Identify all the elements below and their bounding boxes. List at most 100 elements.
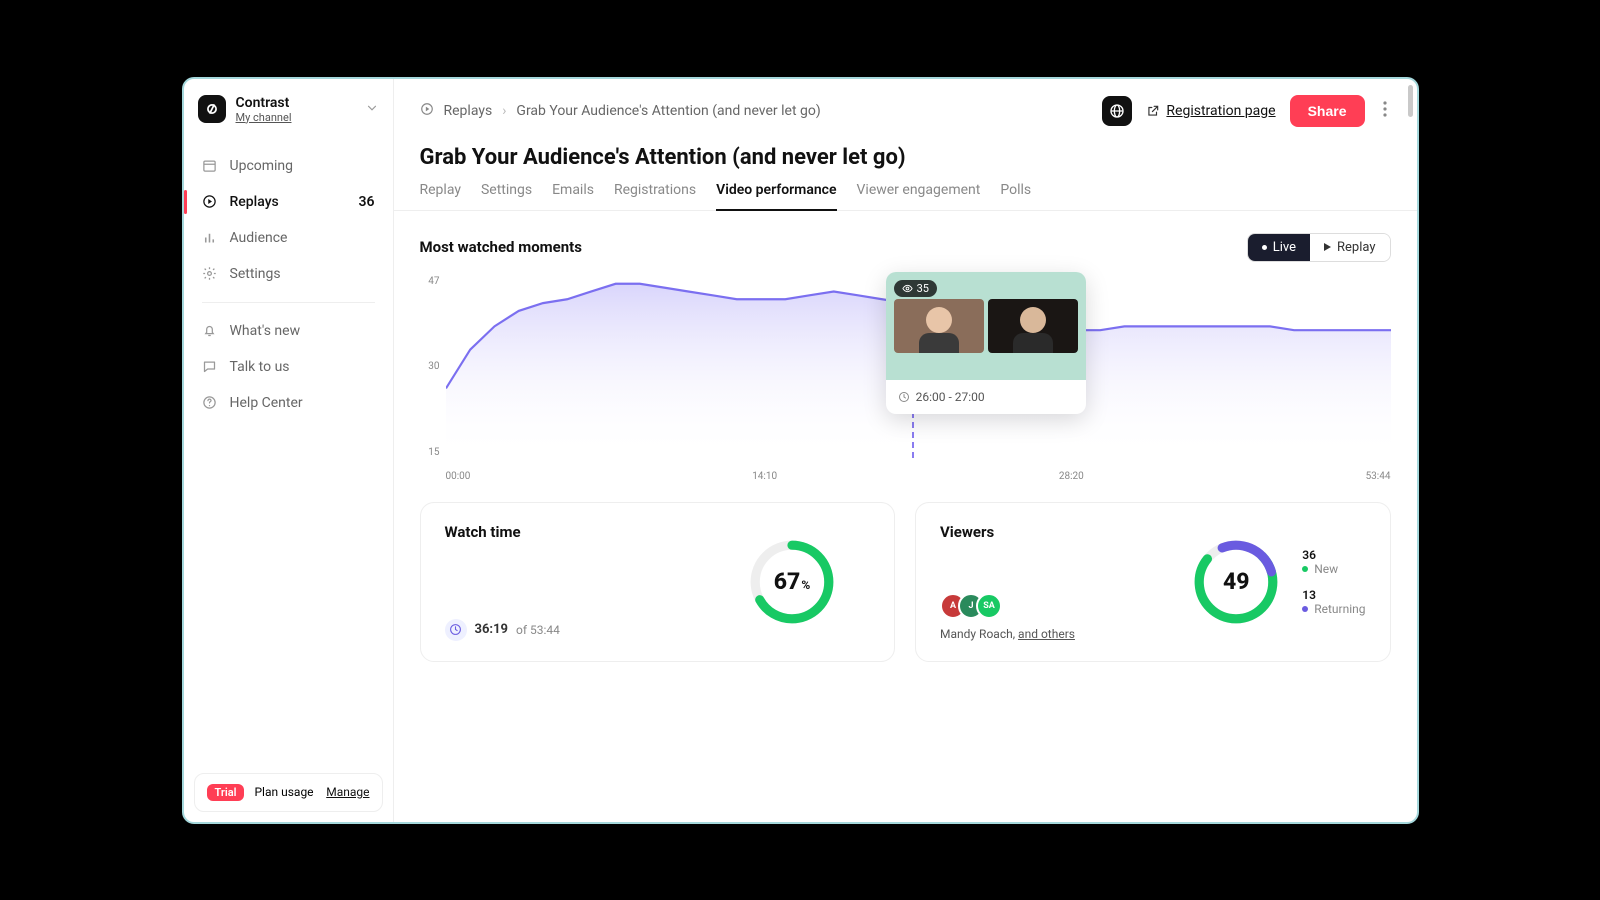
legend-new-count: 36 [1302,548,1365,562]
tab-registrations[interactable]: Registrations [614,182,696,210]
x-tick: 14:10 [752,471,777,482]
primary-nav: Upcoming Replays 36 Audience Settings [184,138,393,421]
watch-time-percent: 67 [774,568,801,595]
sidebar-item-label: Audience [230,230,288,246]
chart-y-axis: 47 30 15 [420,276,440,458]
tab-polls[interactable]: Polls [1000,182,1031,210]
sidebar-item-label: Talk to us [230,359,290,375]
tab-video-performance[interactable]: Video performance [716,182,836,210]
registration-page-link[interactable]: Registration page [1146,103,1275,119]
brand-title: Contrast [236,95,355,111]
viewers-total: 49 [1223,568,1250,595]
chart-x-axis: 00:00 14:10 28:20 53:44 [446,471,1391,482]
breadcrumb-current: Grab Your Audience's Attention (and neve… [516,103,820,119]
moment-time: 26:00 - 27:00 [886,380,1086,414]
viewers-donut: 49 [1190,536,1282,628]
tab-replay[interactable]: Replay [420,182,461,210]
page-title: Grab Your Audience's Attention (and neve… [394,135,1417,170]
language-button[interactable] [1102,96,1132,126]
play-circle-icon [420,102,434,120]
sidebar-item-label: Replays [230,194,279,210]
speaker-thumbnail-1 [894,299,984,353]
sidebar-item-upcoming[interactable]: Upcoming [184,148,393,184]
topbar: Replays › Grab Your Audience's Attention… [394,79,1417,135]
sidebar-item-label: Help Center [230,395,303,411]
section-header: Most watched moments Live Replay [420,233,1391,262]
toggle-replay[interactable]: Replay [1310,234,1390,261]
registration-link-label: Registration page [1166,103,1275,119]
moment-thumbnail: 35 [886,272,1086,380]
toggle-live-label: Live [1273,240,1296,255]
bell-icon [202,323,218,339]
chevron-down-icon [365,100,379,119]
sidebar-footer: Trial Plan usage Manage [184,763,393,822]
sidebar-item-label: What's new [230,323,301,339]
toggle-replay-label: Replay [1337,240,1376,255]
viewer-name-lead: Mandy Roach, [940,627,1018,641]
legend-ret-count: 13 [1302,588,1365,602]
moments-chart[interactable]: 47 30 15 [420,272,1391,482]
nav-divider [202,302,375,303]
tab-emails[interactable]: Emails [552,182,594,210]
tab-viewer-engagement[interactable]: Viewer engagement [857,182,981,210]
manage-link[interactable]: Manage [326,785,369,799]
app-window: Contrast My channel Upcoming Replays 36 [182,77,1419,824]
moment-viewer-count: 35 [917,282,929,295]
clock-icon [898,391,910,403]
tab-settings[interactable]: Settings [481,182,532,210]
share-button[interactable]: Share [1290,95,1365,127]
eye-icon [902,283,913,294]
workspace-switcher[interactable]: Contrast My channel [184,79,393,138]
y-tick: 15 [420,447,440,458]
y-tick: 30 [420,361,440,372]
moment-popover: 35 26:00 - 27:00 [886,272,1086,414]
gear-icon [202,266,218,282]
toggle-live[interactable]: Live [1248,234,1310,261]
moment-viewers-pill: 35 [894,280,937,297]
sidebar-item-replays[interactable]: Replays 36 [184,184,393,220]
viewers-legend: 36 New 13 Returning [1302,548,1365,616]
viewer-others-link[interactable]: and others [1018,627,1075,641]
calendar-icon [202,158,218,174]
stat-cards: Watch time 36:19 of 53:44 [420,502,1391,662]
viewers-title: Viewers [940,523,1190,541]
brand-logo-icon [198,95,226,123]
x-tick: 00:00 [446,471,471,482]
sidebar-item-help[interactable]: Help Center [184,385,393,421]
bar-chart-icon [202,230,218,246]
sidebar: Contrast My channel Upcoming Replays 36 [184,79,394,822]
viewer-names: Mandy Roach, and others [940,627,1190,641]
trial-badge: Trial [207,784,245,801]
viewer-avatars: A J SA [940,593,1190,619]
replays-count: 36 [359,194,375,210]
legend-dot-icon [1302,606,1308,612]
globe-icon [1109,103,1125,119]
x-tick: 28:20 [1059,471,1084,482]
help-icon [202,395,218,411]
speaker-thumbnail-2 [988,299,1078,353]
play-icon [1324,243,1331,251]
brand-subtitle[interactable]: My channel [236,111,355,124]
sidebar-item-label: Settings [230,266,281,282]
sidebar-item-settings[interactable]: Settings [184,256,393,292]
tabs: Replay Settings Emails Registrations Vid… [394,170,1417,211]
live-dot-icon [1262,245,1267,250]
watch-time-of: of 53:44 [516,623,560,637]
x-tick: 53:44 [1366,471,1391,482]
play-circle-icon [202,194,218,210]
dots-vertical-icon [1383,101,1387,117]
legend-dot-icon [1302,566,1308,572]
clock-icon [445,619,467,641]
plan-usage-label: Plan usage [254,785,313,799]
external-link-icon [1146,104,1160,118]
sidebar-item-whatsnew[interactable]: What's new [184,313,393,349]
legend-ret-label: Returning [1314,602,1365,616]
watch-time-title: Watch time [445,523,747,541]
avatar: SA [976,593,1002,619]
more-menu-button[interactable] [1379,101,1391,121]
moment-time-label: 26:00 - 27:00 [916,390,985,404]
sidebar-item-talk[interactable]: Talk to us [184,349,393,385]
section-title: Most watched moments [420,238,582,256]
sidebar-item-audience[interactable]: Audience [184,220,393,256]
breadcrumb-root[interactable]: Replays [444,103,493,119]
